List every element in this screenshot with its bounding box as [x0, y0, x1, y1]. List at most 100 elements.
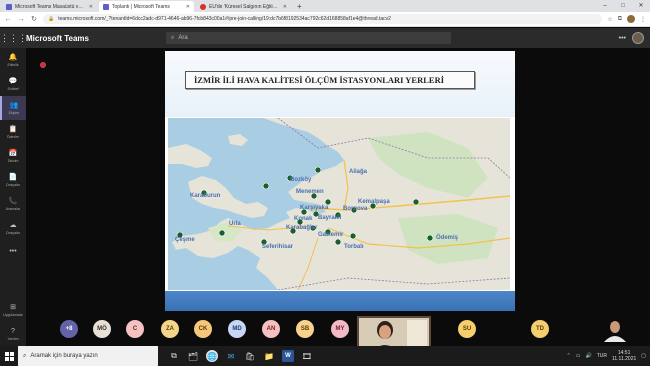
station-marker	[262, 182, 270, 190]
windows-logo-icon	[4, 351, 14, 361]
map-label: Karabağlar	[286, 225, 318, 231]
rail-item-teams[interactable]: 👥 Ekipler	[0, 96, 26, 120]
file-explorer-icon[interactable]: 📁	[263, 350, 275, 362]
participant-avatar[interactable]: SB	[296, 320, 314, 338]
rail-item-calls[interactable]: 📞 Aramalar	[0, 192, 26, 216]
meeting-stage: İZMİR İLİ HAVA KALİTESİ ÖLÇÜM İSTASYONLA…	[26, 48, 650, 352]
participant-avatar[interactable]: MD	[228, 320, 246, 338]
rail-item-help[interactable]: ? Yardım	[0, 322, 26, 346]
more-participants-button[interactable]: +8	[60, 320, 78, 338]
map-label: Bozköy	[290, 177, 312, 183]
close-tab-icon[interactable]: ✕	[283, 4, 287, 10]
language-indicator[interactable]: TUR	[597, 353, 607, 359]
rail-label: Etkinlik	[7, 62, 19, 67]
menu-icon[interactable]: ⋮	[640, 16, 646, 23]
participant-avatar[interactable]: TD	[531, 320, 549, 338]
explorer-icon[interactable]: 🗂	[187, 350, 199, 362]
extensions-icon[interactable]: ⧉	[618, 16, 622, 23]
volume-icon[interactable]: 🔊	[585, 353, 591, 359]
forward-icon[interactable]: →	[17, 16, 25, 23]
mail-icon[interactable]: ✉	[225, 350, 237, 362]
participant-avatar[interactable]: CK	[194, 320, 212, 338]
participant-avatar[interactable]: MÖ	[93, 320, 111, 338]
help-icon: ?	[11, 327, 15, 335]
star-icon[interactable]: ☆	[607, 16, 612, 23]
rail-item-assignments[interactable]: 📋 Ödevler	[0, 120, 26, 144]
izmir-map: Aliağa Bozköy Menemen Karaburun Karşıyak…	[168, 118, 510, 290]
word-icon[interactable]: W	[282, 350, 294, 362]
participant-strip: +8 MÖ C ZA CK MD AN SB MY SU TD	[26, 316, 650, 352]
start-button[interactable]	[0, 346, 18, 366]
clock[interactable]: 14:51 11.11.2021	[612, 350, 636, 362]
browser-toolbar-right: ☆ ⧉ ⋮	[607, 15, 646, 23]
maximize-button[interactable]: □	[614, 0, 632, 12]
task-view-icon[interactable]: ⧉	[168, 350, 180, 362]
rail-item-files[interactable]: 📄 Dosyalar	[0, 168, 26, 192]
participant-avatar[interactable]: C	[126, 320, 144, 338]
teams-icon: 👥	[9, 101, 19, 109]
back-icon[interactable]: ←	[4, 16, 12, 23]
app-launcher-icon[interactable]: ⋮⋮⋮	[0, 33, 27, 44]
profile-avatar[interactable]	[627, 15, 635, 23]
participant-avatar[interactable]: AN	[262, 320, 280, 338]
screen: Microsoft Teams Masaüstü ve tür ✕ Toplan…	[0, 0, 650, 366]
search-input[interactable]: ⌕ Ara	[166, 32, 451, 44]
url-input[interactable]: 🔒 teams.microsoft.com/_?tenantId=6dcc2ad…	[43, 14, 603, 24]
tray-chevron-icon[interactable]: ⌃	[567, 353, 571, 359]
avatar[interactable]	[632, 32, 644, 44]
browser-tab-3[interactable]: EÜ'de 'Küresel Salgının Eğitim & ✕	[196, 1, 291, 12]
app-title: Microsoft Teams	[26, 33, 89, 43]
assignments-icon: 📋	[8, 125, 18, 133]
apps-icon: ⊞	[10, 303, 16, 311]
rail-label: Sohbet	[7, 86, 19, 91]
map-label: Urla	[229, 221, 241, 227]
rail-item-calendar[interactable]: 📅 Takvim	[0, 144, 26, 168]
browser-tab-1[interactable]: Microsoft Teams Masaüstü ve tür ✕	[2, 1, 97, 12]
map-label: Torbalı	[344, 244, 364, 250]
shared-slide: İZMİR İLİ HAVA KALİTESİ ÖLÇÜM İSTASYONLA…	[165, 51, 515, 311]
calendar-icon: 📅	[8, 149, 18, 157]
new-tab-button[interactable]: +	[297, 1, 302, 12]
more-apps-icon: •••	[9, 248, 17, 255]
reload-icon[interactable]: ↻	[30, 15, 38, 23]
taskbar-search-placeholder: Aramak için buraya yazın	[30, 353, 98, 359]
store-icon[interactable]: 🛍	[244, 350, 256, 362]
more-options-icon[interactable]: •••	[619, 35, 626, 42]
close-window-button[interactable]: ✕	[632, 0, 650, 12]
taskbar-search-input[interactable]: ⌕ Aramak için buraya yazın	[18, 346, 158, 366]
rail-item-chat[interactable]: 💬 Sohbet	[0, 72, 26, 96]
rail-label: Takvim	[7, 158, 19, 163]
chrome-icon[interactable]: 🌐	[206, 350, 218, 362]
rail-item-cloud-files[interactable]: ☁ Dosyalar	[0, 216, 26, 240]
participant-avatar[interactable]: ZA	[161, 320, 179, 338]
rail-item-more[interactable]: •••	[0, 240, 26, 264]
windows-taskbar: ⌕ Aramak için buraya yazın ⧉ 🗂 🌐 ✉ 🛍 📁 W…	[0, 346, 650, 366]
rail-item-apps[interactable]: ⊞ Uygulamalar	[0, 298, 26, 322]
browser-tab-2[interactable]: Toplantı | Microsoft Teams ✕	[99, 1, 194, 12]
teams-favicon-icon	[103, 3, 109, 10]
map-label: Karaburun	[190, 193, 221, 199]
files-icon: 📄	[8, 173, 18, 181]
map-label: Seferihisar	[262, 244, 294, 250]
recording-indicator-icon	[40, 62, 46, 68]
close-tab-icon[interactable]: ✕	[186, 4, 190, 10]
teams-header-right: •••	[619, 32, 650, 44]
self-video[interactable]	[600, 318, 630, 342]
calls-icon: 📞	[8, 197, 18, 205]
rail-item-activity[interactable]: 🔔 Etkinlik	[0, 48, 26, 72]
media-icon[interactable]: 🎞	[301, 350, 313, 362]
map-label: Kemalpaşa	[358, 199, 390, 205]
station-marker	[412, 198, 420, 206]
station-marker	[314, 166, 322, 174]
map-label: Karşıyaka	[300, 205, 329, 211]
minimize-button[interactable]: –	[596, 0, 614, 12]
map-label: Aliağa	[349, 169, 368, 175]
close-tab-icon[interactable]: ✕	[89, 4, 93, 10]
participant-avatar[interactable]: SU	[458, 320, 476, 338]
notifications-icon[interactable]: ▢	[641, 353, 646, 359]
station-marker	[349, 232, 357, 240]
map-label: Bornova	[343, 206, 368, 212]
network-icon[interactable]: ▭	[576, 353, 581, 359]
system-tray: ⌃ ▭ 🔊 TUR 14:51 11.11.2021 ▢	[567, 350, 650, 362]
participant-avatar[interactable]: MY	[331, 320, 349, 338]
